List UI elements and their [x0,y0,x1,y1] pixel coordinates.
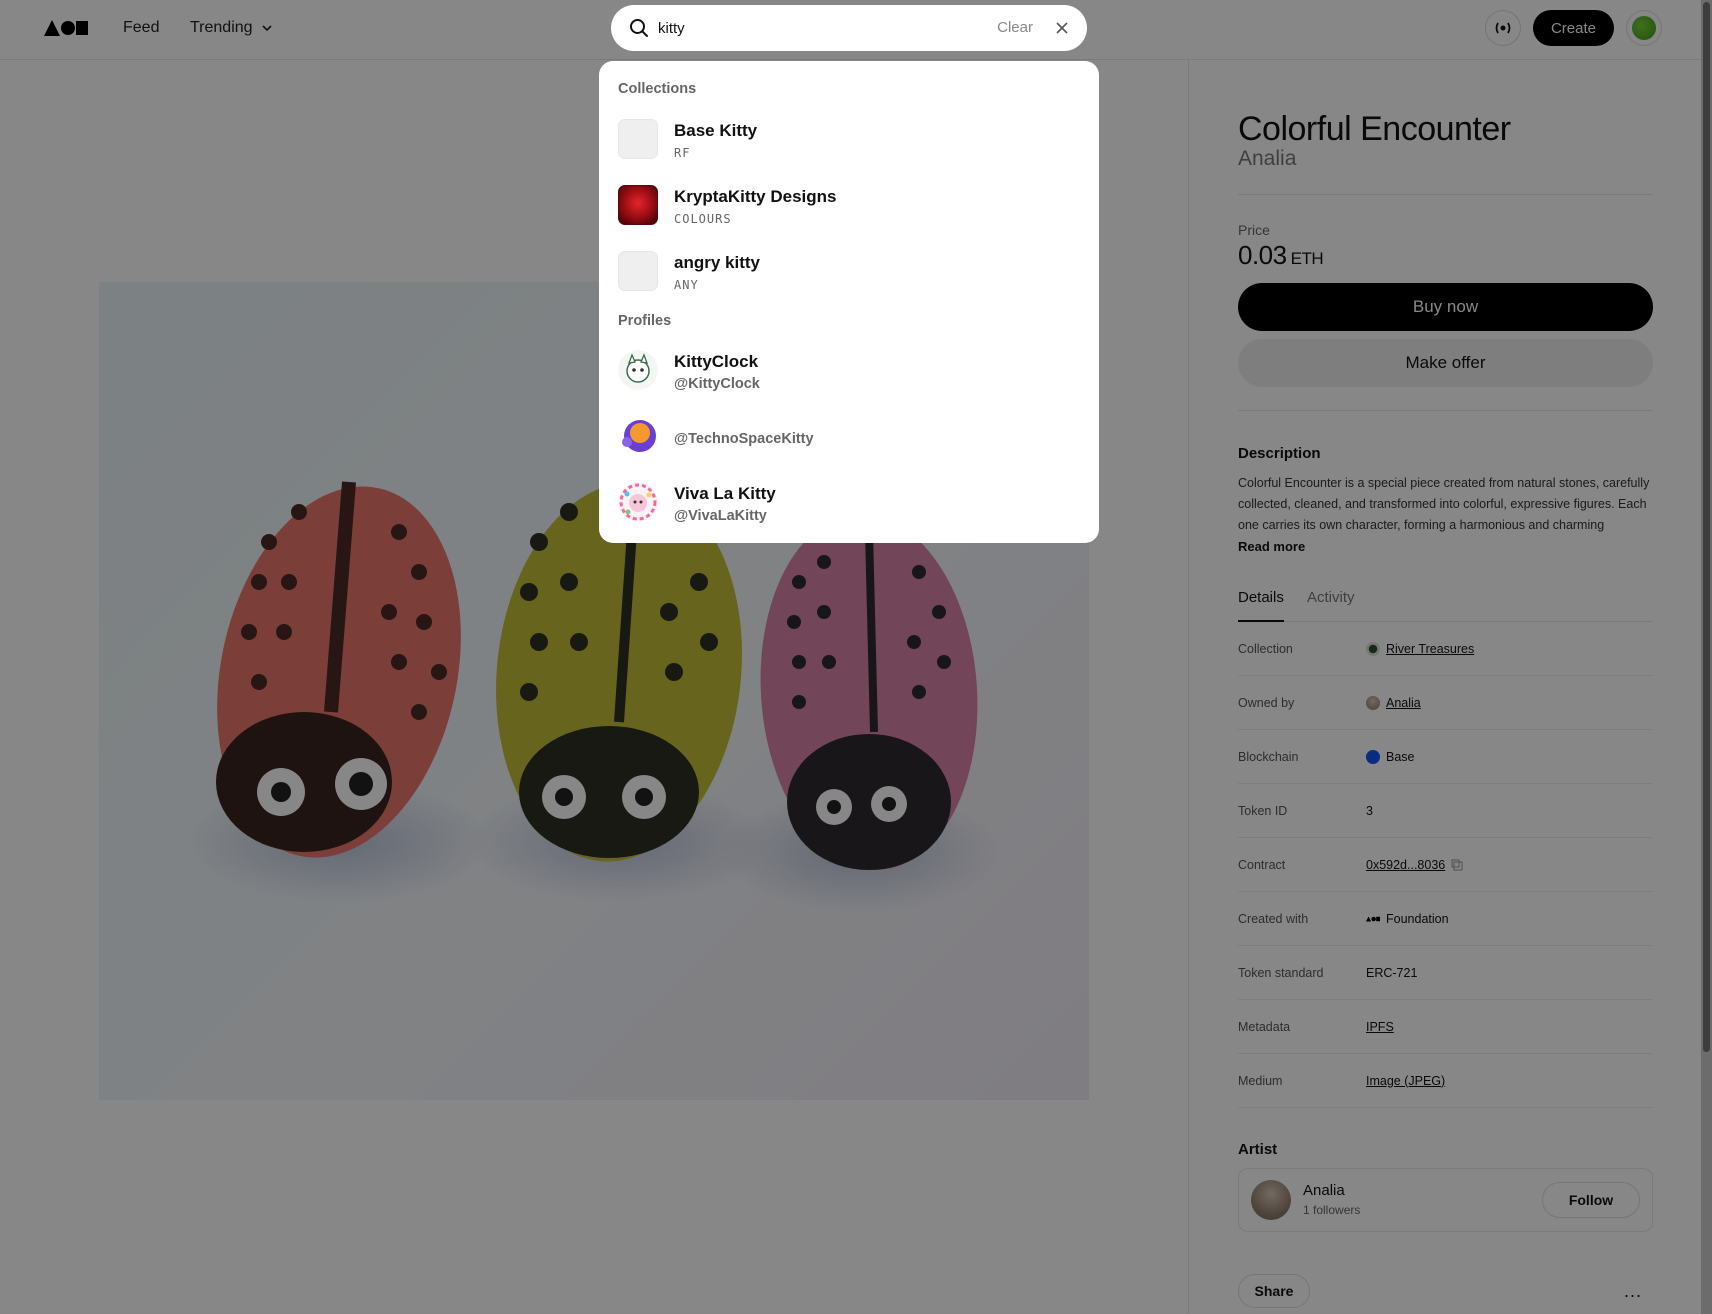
collections-heading: Collections [618,81,697,97]
search-result-collection[interactable]: angry kitty ANY [618,243,1078,297]
avatar [618,482,658,522]
profiles-heading: Profiles [618,313,672,329]
search-result-profile[interactable]: KittyClock @KittyClock [618,342,1078,396]
close-icon[interactable] [1053,19,1071,37]
page-scrollbar[interactable] [1701,0,1712,1314]
search-result-collection[interactable]: Base Kitty RF [618,111,1078,165]
collection-symbol: ANY [674,278,699,292]
search-result-profile[interactable]: Viva La Kitty @VivaLaKitty [618,474,1078,528]
collection-thumbnail [618,119,658,159]
profile-handle: @KittyClock [674,376,760,392]
search-result-collection[interactable]: KryptaKitty Designs COLOURS [618,177,1078,231]
collection-thumbnail [618,185,658,225]
collection-symbol: RF [674,146,691,160]
collection-name: KryptaKitty Designs [674,187,837,206]
profile-name: KittyClock [674,352,759,371]
avatar [618,416,658,456]
collection-thumbnail [618,251,658,291]
search-input[interactable] [658,14,988,42]
search-results-dropdown: Collections Base Kitty RF KryptaKitty De… [599,61,1099,543]
profile-handle: @VivaLaKitty [674,508,767,524]
search-icon [630,19,648,37]
clear-search-button[interactable]: Clear [997,19,1033,36]
collection-name: Base Kitty [674,121,758,140]
collection-symbol: COLOURS [674,212,732,226]
search-box: Clear [611,5,1087,51]
profile-handle: @TechnoSpaceKitty [674,431,814,447]
profile-name: Viva La Kitty [674,484,776,503]
search-result-profile[interactable]: @TechnoSpaceKitty [618,408,1078,462]
scrollbar-thumb[interactable] [1703,2,1710,1052]
avatar [618,350,658,390]
collection-name: angry kitty [674,253,760,272]
